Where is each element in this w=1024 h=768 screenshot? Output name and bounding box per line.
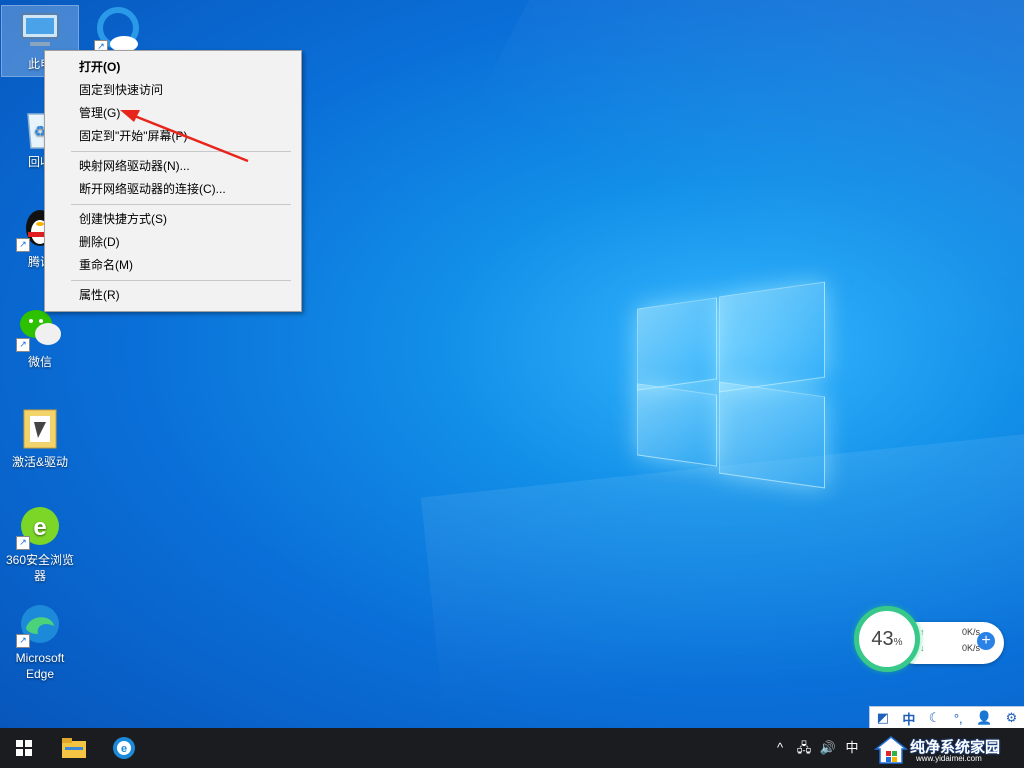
upload-arrow-icon: ↑ [920,627,925,637]
ime-toolbar: ◩ 中 ☾ °, 👤 ⚙ [869,706,1024,730]
desktop-icon-360-browser[interactable]: e ↗ 360安全浏览器 [2,502,78,584]
cloud-drive-icon: ↗ [94,6,142,54]
desktop-icon-label: 360安全浏览器 [5,553,75,583]
watermark-url: www.yidaimei.com [916,754,982,763]
desktop-icon-edge[interactable]: ↗ Microsoft Edge [2,600,78,682]
memory-usage-ring[interactable]: 43% [854,606,920,672]
ime-user-icon[interactable]: 👤 [976,710,992,726]
ime-skin-icon[interactable]: ◩ [877,710,889,726]
tray-chevron-up-icon[interactable]: ^ [772,728,788,768]
menu-separator [71,151,291,152]
download-arrow-icon: ↓ [920,643,925,653]
logo-pane [637,383,717,467]
menu-item-open[interactable]: 打开(O) [79,57,120,77]
desktop-icon-wechat[interactable]: ↗ 微信 [2,304,78,370]
context-menu: 打开(O) 固定到快速访问 管理(G) 固定到"开始"屏幕(P) 映射网络驱动器… [44,50,302,312]
watermark: 纯净系统家园 www.yidaimei.com [870,732,1020,768]
menu-item-pin-start[interactable]: 固定到"开始"屏幕(P) [79,126,188,146]
memory-usage-unit: % [893,636,903,648]
taskbar-browser[interactable]: e [100,728,148,768]
menu-item-disconnect-drive[interactable]: 断开网络驱动器的连接(C)... [79,179,226,199]
desktop-icon-cloud[interactable]: ↗ [80,6,156,56]
browser-360-icon: e ↗ [16,502,64,550]
download-speed-row: ↓ 0K/s [920,643,980,653]
windows-logo-wallpaper [637,281,825,489]
desktop-icon-label: 激活&驱动 [11,455,68,469]
menu-item-rename[interactable]: 重命名(M) [79,255,133,275]
folder-icon [62,738,86,758]
desktop-icon-activate-driver[interactable]: 激活&驱动 [2,404,78,470]
desktop-icon-label: 微信 [27,355,52,369]
network-icon[interactable]: 🖧 [794,728,814,768]
menu-item-map-drive[interactable]: 映射网络驱动器(N)... [79,156,190,176]
logo-pane [637,297,717,391]
menu-separator [71,280,291,281]
ime-settings-icon[interactable]: ⚙ [1006,710,1018,726]
upload-speed-row: ↑ 0K/s [920,627,980,637]
ime-moon-icon[interactable]: ☾ [929,710,941,726]
menu-separator [71,204,291,205]
menu-item-properties[interactable]: 属性(R) [79,285,120,305]
memory-usage-value: 43 [871,627,894,650]
ime-mode-toggle[interactable]: 中 [902,709,915,728]
computer-icon [16,6,64,54]
network-monitor-widget[interactable]: 43% ↑ 0K/s ↓ 0K/s + [854,606,1004,676]
ime-punctuation-icon[interactable]: °, [954,711,963,726]
start-button[interactable] [0,728,48,768]
svg-text:e: e [33,514,46,541]
shortcut-arrow-icon: ↗ [16,338,30,352]
logo-pane [719,381,825,489]
windows-start-icon [16,740,32,756]
volume-icon[interactable]: 🔊 [818,728,838,768]
menu-item-delete[interactable]: 删除(D) [79,232,120,252]
menu-item-create-shortcut[interactable]: 创建快捷方式(S) [79,209,167,229]
folder-icon [16,404,64,452]
desktop-icon-label: Microsoft Edge [15,651,65,681]
widget-plus-button[interactable]: + [977,632,995,650]
ime-indicator[interactable]: 中 [842,728,862,768]
watermark-logo-icon [874,736,908,764]
menu-item-manage[interactable]: 管理(G) [79,103,120,123]
browser-e-icon: e [113,737,135,759]
shortcut-arrow-icon: ↗ [16,634,30,648]
logo-pane [719,281,825,393]
taskbar-file-explorer[interactable] [50,728,98,768]
shortcut-arrow-icon: ↗ [16,238,30,252]
menu-item-pin-quick-access[interactable]: 固定到快速访问 [79,80,163,100]
shortcut-arrow-icon: ↗ [16,536,30,550]
svg-text:e: e [121,743,127,755]
edge-icon: ↗ [16,600,64,648]
